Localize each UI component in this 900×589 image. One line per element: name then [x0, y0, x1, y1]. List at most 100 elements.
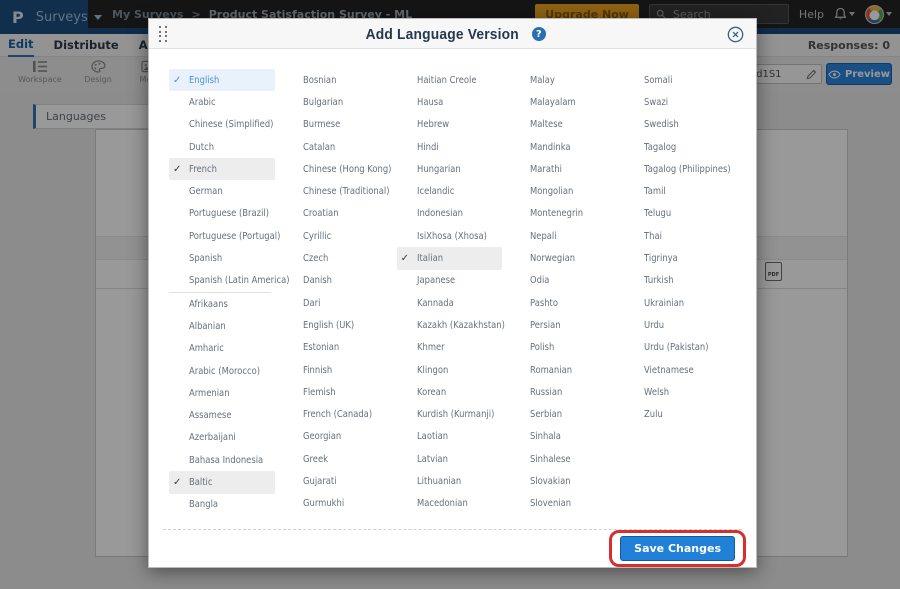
- language-option[interactable]: Bulgarian: [283, 91, 389, 113]
- language-option[interactable]: Urdu (Pakistan): [624, 337, 730, 359]
- language-option[interactable]: Bangla: [169, 494, 275, 516]
- language-option[interactable]: Chinese (Hong Kong): [283, 158, 389, 180]
- language-option[interactable]: Finnish: [283, 359, 389, 381]
- language-option[interactable]: Telugu: [624, 203, 730, 225]
- language-option[interactable]: Dari: [283, 292, 389, 314]
- language-option[interactable]: Gurmukhi: [283, 493, 389, 515]
- language-option[interactable]: English (UK): [283, 314, 389, 336]
- language-option[interactable]: Spanish (Latin America): [169, 270, 275, 292]
- language-option[interactable]: Somali: [624, 69, 730, 91]
- language-option[interactable]: Tagalog (Philippines): [624, 158, 730, 180]
- language-option[interactable]: Turkish: [624, 270, 730, 292]
- language-option[interactable]: Chinese (Traditional): [283, 180, 389, 202]
- language-option[interactable]: German: [169, 180, 275, 202]
- language-option[interactable]: Romanian: [510, 359, 616, 381]
- language-option[interactable]: Japanese: [397, 270, 503, 292]
- language-option[interactable]: Montenegrin: [510, 203, 616, 225]
- language-option[interactable]: Arabic: [169, 91, 275, 113]
- language-option[interactable]: Odia: [510, 270, 616, 292]
- language-option[interactable]: Indonesian: [397, 203, 503, 225]
- language-option[interactable]: ✓English: [169, 69, 275, 91]
- language-option[interactable]: Estonian: [283, 337, 389, 359]
- language-option[interactable]: Hausa: [397, 91, 503, 113]
- language-option[interactable]: Hindi: [397, 136, 503, 158]
- language-option[interactable]: Kazakh (Kazakhstan): [397, 314, 503, 336]
- language-option[interactable]: Latvian: [397, 448, 503, 470]
- language-option[interactable]: Klingon: [397, 359, 503, 381]
- language-option[interactable]: Korean: [397, 381, 503, 403]
- language-option[interactable]: Haitian Creole: [397, 69, 503, 91]
- language-label: Romanian: [530, 365, 572, 376]
- language-option[interactable]: ✓Italian: [397, 247, 503, 269]
- language-option[interactable]: Lithuanian: [397, 470, 503, 492]
- language-option[interactable]: Afrikaans: [169, 293, 275, 315]
- language-option[interactable]: Pashto: [510, 292, 616, 314]
- language-option[interactable]: Tigrinya: [624, 247, 730, 269]
- language-option[interactable]: Macedonian: [397, 493, 503, 515]
- language-option[interactable]: Danish: [283, 270, 389, 292]
- language-option[interactable]: Urdu: [624, 314, 730, 336]
- language-option[interactable]: Cyrillic: [283, 225, 389, 247]
- language-option[interactable]: Greek: [283, 448, 389, 470]
- language-option[interactable]: Azerbaijani: [169, 427, 275, 449]
- language-option[interactable]: Polish: [510, 337, 616, 359]
- language-option[interactable]: Sinhala: [510, 426, 616, 448]
- language-option[interactable]: Hebrew: [397, 114, 503, 136]
- language-option[interactable]: Swedish: [624, 114, 730, 136]
- language-option[interactable]: Icelandic: [397, 180, 503, 202]
- language-option[interactable]: Khmer: [397, 337, 503, 359]
- language-option[interactable]: Thai: [624, 225, 730, 247]
- language-option[interactable]: Serbian: [510, 403, 616, 425]
- language-option[interactable]: Vietnamese: [624, 359, 730, 381]
- language-option[interactable]: Bahasa Indonesia: [169, 449, 275, 471]
- language-option[interactable]: Dutch: [169, 136, 275, 158]
- language-option[interactable]: Norwegian: [510, 247, 616, 269]
- language-option[interactable]: IsiXhosa (Xhosa): [397, 225, 503, 247]
- language-option[interactable]: Russian: [510, 381, 616, 403]
- language-option[interactable]: Czech: [283, 247, 389, 269]
- language-option[interactable]: Bosnian: [283, 69, 389, 91]
- language-option[interactable]: Armenian: [169, 382, 275, 404]
- language-option[interactable]: ✓Baltic: [169, 471, 275, 493]
- language-option[interactable]: Assamese: [169, 404, 275, 426]
- language-option[interactable]: Albanian: [169, 315, 275, 337]
- language-option[interactable]: Welsh: [624, 381, 730, 403]
- language-option[interactable]: Amharic: [169, 338, 275, 360]
- language-option[interactable]: Persian: [510, 314, 616, 336]
- save-changes-button[interactable]: Save Changes: [620, 536, 735, 561]
- language-option[interactable]: Marathi: [510, 158, 616, 180]
- language-option[interactable]: Maltese: [510, 114, 616, 136]
- language-option[interactable]: Portuguese (Brazil): [169, 203, 275, 225]
- language-option[interactable]: Georgian: [283, 426, 389, 448]
- help-icon[interactable]: ?: [532, 27, 546, 41]
- language-option[interactable]: Hungarian: [397, 158, 503, 180]
- language-option[interactable]: Zulu: [624, 403, 730, 425]
- language-option[interactable]: Mongolian: [510, 180, 616, 202]
- language-option[interactable]: ✓French: [169, 158, 275, 180]
- language-option[interactable]: Slovenian: [510, 493, 616, 515]
- language-option[interactable]: Slovakian: [510, 470, 616, 492]
- language-option[interactable]: Kurdish (Kurmanji): [397, 403, 503, 425]
- language-option[interactable]: Ukrainian: [624, 292, 730, 314]
- language-option[interactable]: Laotian: [397, 426, 503, 448]
- language-option[interactable]: Gujarati: [283, 470, 389, 492]
- language-option[interactable]: Portuguese (Portugal): [169, 225, 275, 247]
- language-option[interactable]: Sinhalese: [510, 448, 616, 470]
- language-option[interactable]: Tagalog: [624, 136, 730, 158]
- language-option[interactable]: Arabic (Morocco): [169, 360, 275, 382]
- language-option[interactable]: Mandinka: [510, 136, 616, 158]
- language-option[interactable]: Nepali: [510, 225, 616, 247]
- language-option[interactable]: Chinese (Simplified): [169, 114, 275, 136]
- language-option[interactable]: French (Canada): [283, 403, 389, 425]
- language-option[interactable]: Malayalam: [510, 91, 616, 113]
- language-option[interactable]: Tamil: [624, 180, 730, 202]
- language-option[interactable]: Croatian: [283, 203, 389, 225]
- language-option[interactable]: Swazi: [624, 91, 730, 113]
- language-option[interactable]: Burmese: [283, 114, 389, 136]
- language-option[interactable]: Spanish: [169, 247, 275, 269]
- language-option[interactable]: Flemish: [283, 381, 389, 403]
- language-option[interactable]: Kannada: [397, 292, 503, 314]
- language-option[interactable]: Malay: [510, 69, 616, 91]
- language-option[interactable]: Catalan: [283, 136, 389, 158]
- close-icon[interactable]: [727, 26, 744, 43]
